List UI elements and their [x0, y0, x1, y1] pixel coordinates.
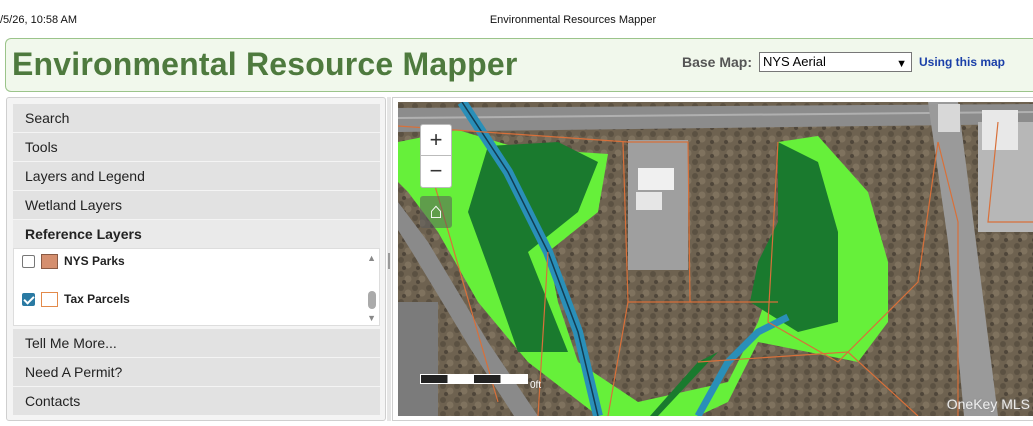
menu-search[interactable]: Search: [13, 104, 380, 133]
menu-wetland-layers[interactable]: Wetland Layers: [13, 191, 380, 220]
map-frame: + − ⌂ 0ft OneKey MLS: [392, 97, 1033, 421]
scroll-down-arrow-icon[interactable]: ▼: [367, 313, 376, 323]
basemap-select[interactable]: NYS Aerial ▼: [759, 52, 912, 72]
print-header: /5/26, 10:58 AM Environmental Resources …: [0, 0, 1033, 36]
building-roof: [938, 104, 960, 132]
aerial-map: [398, 102, 1033, 416]
basemap-label: Base Map:: [682, 54, 753, 70]
menu-tools[interactable]: Tools: [13, 133, 380, 162]
layer-row-nys-parks[interactable]: NYS Parks: [22, 251, 125, 271]
menu-contacts[interactable]: Contacts: [13, 387, 380, 416]
app-header: Environmental Resource Mapper Base Map: …: [5, 38, 1033, 92]
map-view[interactable]: + − ⌂ 0ft OneKey MLS: [398, 102, 1033, 416]
watermark: OneKey MLS: [946, 396, 1030, 412]
left-panel: Search Tools Layers and Legend Wetland L…: [6, 97, 386, 421]
zoom-in-button[interactable]: +: [420, 124, 452, 156]
scale-bar: [420, 374, 528, 384]
building-roof: [982, 110, 1018, 150]
tax-parcels-swatch-icon: [41, 291, 58, 307]
home-icon[interactable]: ⌂: [420, 196, 452, 228]
scroll-up-arrow-icon[interactable]: ▲: [367, 253, 376, 263]
scrollbar-thumb[interactable]: [368, 291, 376, 309]
app-title: Environmental Resource Mapper: [12, 46, 518, 82]
scale-label: 0ft: [530, 380, 542, 391]
menu-need-a-permit[interactable]: Need A Permit?: [13, 358, 380, 387]
print-title: Environmental Resources Mapper: [489, 14, 657, 26]
menu-layers-legend[interactable]: Layers and Legend: [13, 162, 380, 191]
reference-layers-list: NYS Parks Tax Parcels ▲ ▼: [13, 248, 380, 326]
building-roof: [638, 168, 674, 190]
zoom-out-button[interactable]: −: [420, 156, 452, 188]
nys-parks-label: NYS Parks: [64, 254, 125, 268]
menu-reference-layers[interactable]: Reference Layers: [13, 220, 380, 249]
tax-parcels-checkbox[interactable]: [22, 292, 35, 306]
menu-tell-me-more[interactable]: Tell Me More...: [13, 329, 380, 358]
basemap-selected-value: NYS Aerial: [763, 54, 826, 69]
nys-parks-checkbox[interactable]: [22, 254, 35, 268]
parking-area: [398, 302, 438, 416]
chevron-down-icon: ▼: [896, 58, 907, 70]
splitter-grip-icon: [388, 253, 390, 269]
nys-parks-swatch-icon: [41, 253, 58, 269]
layer-row-tax-parcels[interactable]: Tax Parcels: [22, 289, 130, 309]
panel-splitter[interactable]: [387, 97, 391, 421]
using-this-map-link[interactable]: Using this map: [919, 55, 1005, 69]
building-roof: [636, 192, 662, 210]
tax-parcels-label: Tax Parcels: [64, 292, 130, 306]
